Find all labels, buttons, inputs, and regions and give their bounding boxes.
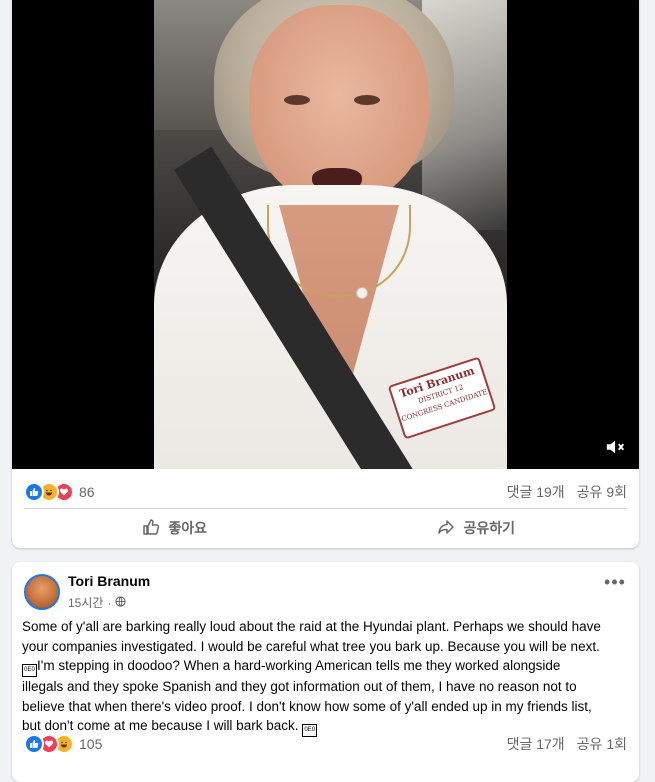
post-body-text: Some of y'all are barking really loud ab…: [22, 617, 630, 737]
avatar[interactable]: [24, 574, 60, 610]
emoji-placeholder-icon: 0E0: [22, 664, 37, 677]
person-eye: [354, 95, 380, 105]
post-card-video: Tori Branum DISTRICT 12 CONGRESS CANDIDA…: [12, 0, 639, 548]
post-text-line: Some of y'all are barking really loud ab…: [22, 619, 601, 634]
volume-muted-icon[interactable]: [603, 437, 629, 459]
divider: [24, 508, 627, 509]
reaction-summary[interactable]: 105: [24, 734, 102, 754]
post-text-line: illegals and they spoke Spanish and they…: [22, 679, 577, 694]
thumbs-up-icon: [142, 518, 160, 539]
pearl-pendant: [356, 287, 368, 299]
post-timestamp-row: 15시간 ·: [68, 594, 127, 611]
like-label: 좋아요: [168, 520, 208, 536]
share-count[interactable]: 공유 9회: [577, 482, 627, 502]
post-card-text: Tori Branum 15시간 · ••• Some of y'all are…: [12, 562, 639, 782]
post-time[interactable]: 15시간: [68, 594, 103, 611]
reaction-stats-bar: 105 댓글 17개 공유 1회: [24, 729, 627, 759]
reaction-count: 86: [79, 484, 95, 500]
reaction-stats-bar: 86 댓글 19개 공유 9회: [24, 477, 627, 507]
reaction-summary[interactable]: 86: [24, 482, 95, 502]
share-label: 공유하기: [463, 520, 516, 536]
post-text-line: your companies investigated. I would be …: [22, 638, 600, 654]
like-reaction-icon: [24, 482, 44, 502]
post-text-line: 0E0 I'm stepping in doodoo? When a hard-w…: [22, 656, 630, 677]
like-button[interactable]: 좋아요: [24, 512, 326, 544]
video-player[interactable]: Tori Branum DISTRICT 12 CONGRESS CANDIDA…: [12, 0, 639, 469]
video-frame: Tori Branum DISTRICT 12 CONGRESS CANDIDA…: [154, 0, 507, 469]
comment-count[interactable]: 댓글 17개: [507, 734, 565, 754]
reaction-count: 105: [79, 736, 103, 752]
post-text-segment: I'm stepping in doodoo? When a hard-work…: [37, 658, 561, 673]
more-options-icon[interactable]: •••: [603, 573, 627, 596]
separator-dot: ·: [107, 595, 112, 610]
like-reaction-icon: [24, 734, 44, 754]
post-text-line: believe that when there's video proof. I…: [22, 698, 592, 714]
person-eye: [284, 95, 310, 105]
author-name[interactable]: Tori Branum: [68, 573, 150, 589]
globe-icon[interactable]: [115, 595, 127, 610]
share-button[interactable]: 공유하기: [326, 512, 628, 544]
comment-count[interactable]: 댓글 19개: [507, 482, 565, 502]
action-bar: 좋아요 공유하기: [24, 512, 627, 544]
share-arrow-icon: [437, 518, 455, 539]
share-count[interactable]: 공유 1회: [577, 734, 627, 754]
